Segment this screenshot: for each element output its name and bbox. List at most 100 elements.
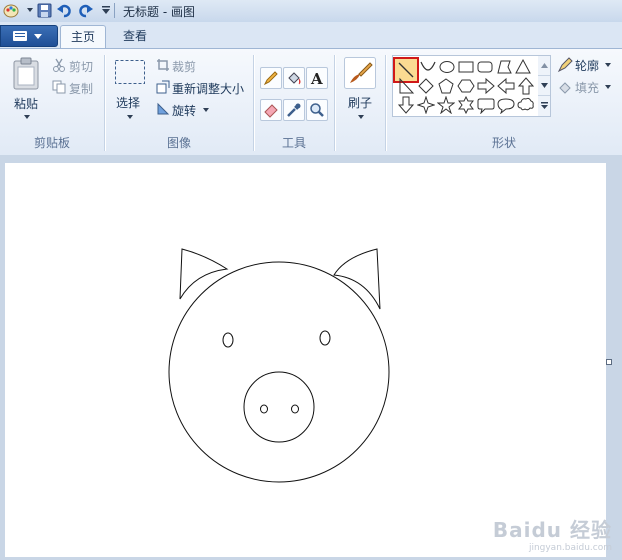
watermark: Baidu 经验 jingyan.baidu.com	[493, 514, 612, 553]
select-icon[interactable]	[114, 59, 146, 88]
shape-rounded-rectangle[interactable]	[476, 58, 494, 76]
paste-dropdown-icon[interactable]	[24, 115, 30, 119]
shape-down-arrow[interactable]	[397, 96, 415, 114]
right-triangle-icon	[399, 77, 415, 94]
eyedropper-icon	[287, 103, 301, 117]
shape-four-point-star[interactable]	[417, 96, 435, 114]
watermark-logo: Baidu 经验	[492, 518, 612, 542]
rectangle-icon	[458, 61, 474, 73]
undo-icon[interactable]	[56, 2, 72, 18]
shape-left-arrow[interactable]	[497, 77, 515, 95]
scroll-up-icon[interactable]	[538, 56, 550, 76]
tools-group-label: 工具	[281, 136, 306, 150]
paint-menu-button[interactable]	[0, 25, 58, 47]
oval-callout-icon	[497, 98, 515, 114]
brushes-dropdown-icon[interactable]	[358, 115, 364, 119]
fill-button[interactable]: 填充	[575, 79, 599, 96]
watermark-url: jingyan.baidu.com	[528, 543, 612, 553]
shape-right-triangle[interactable]	[397, 77, 415, 95]
shape-diamond[interactable]	[417, 77, 435, 95]
text-tool[interactable]: A	[306, 67, 328, 89]
workspace: Baidu 经验 jingyan.baidu.com	[0, 155, 622, 557]
shape-right-arrow[interactable]	[477, 77, 495, 95]
drawing-canvas[interactable]	[5, 163, 606, 557]
fill-tool[interactable]	[283, 67, 305, 89]
pentagon-icon	[438, 78, 454, 94]
polygon-icon	[497, 60, 512, 74]
shape-curve[interactable]	[419, 58, 437, 76]
shapes-gallery-scrollbar[interactable]	[538, 55, 551, 117]
customize-quick-access-icon[interactable]	[98, 2, 114, 18]
outline-dropdown-icon[interactable]	[605, 63, 611, 67]
title-bar: 无标题 - 画图	[0, 0, 622, 23]
eraser-tool[interactable]	[260, 99, 282, 121]
crop-button[interactable]: 裁剪	[172, 58, 196, 75]
shape-polygon[interactable]	[495, 58, 513, 76]
shape-five-point-star[interactable]	[437, 96, 455, 114]
paint-app-icon[interactable]	[3, 2, 19, 18]
chevron-down-icon	[34, 34, 42, 39]
copy-button[interactable]: 复制	[69, 80, 93, 97]
title-separator	[114, 3, 115, 18]
ribbon-tabs: 主页 查看	[0, 22, 622, 48]
shape-oval-callout[interactable]	[497, 96, 515, 114]
color-picker-tool[interactable]	[283, 99, 305, 121]
shapes-gallery	[392, 55, 540, 117]
clipboard-group-label: 剪贴板	[33, 136, 70, 150]
resize-button[interactable]: 重新调整大小	[172, 80, 244, 97]
shape-oval[interactable]	[438, 58, 456, 76]
image-group-label: 图像	[166, 136, 191, 150]
brush-icon[interactable]	[344, 57, 376, 92]
scroll-down-icon[interactable]	[538, 76, 550, 96]
paint-bucket-icon	[288, 72, 301, 85]
rotate-dropdown-icon[interactable]	[203, 108, 209, 112]
svg-text:A: A	[310, 70, 323, 86]
image-group: 选择 裁剪 重新调整大小 旋转 图像	[105, 51, 253, 153]
shape-triangle[interactable]	[514, 58, 532, 76]
select-dropdown-icon[interactable]	[127, 115, 133, 119]
select-button[interactable]: 选择	[116, 94, 140, 111]
tab-home[interactable]: 主页	[60, 25, 106, 48]
window-title: 无标题 - 画图	[123, 5, 195, 19]
cut-button[interactable]: 剪切	[69, 58, 93, 75]
pencil-tool[interactable]	[260, 67, 282, 89]
fill-dropdown-icon[interactable]	[605, 85, 611, 89]
pig-drawing	[168, 248, 390, 483]
paste-icon[interactable]	[12, 57, 42, 94]
text-icon: A	[310, 70, 323, 86]
eraser-icon	[264, 104, 278, 118]
hexagon-icon	[457, 79, 475, 93]
shape-hexagon[interactable]	[457, 77, 475, 95]
brushes-button[interactable]: 刷子	[348, 94, 372, 111]
outline-button[interactable]: 轮廓	[575, 57, 599, 74]
tools-group: A 工具	[254, 51, 334, 153]
magnifier-tool[interactable]	[306, 99, 328, 121]
redo-icon[interactable]	[78, 2, 94, 18]
shapes-group-label: 形状	[491, 136, 516, 150]
shape-rectangle[interactable]	[457, 58, 475, 76]
four-point-star-icon	[417, 96, 435, 114]
rotate-icon	[156, 102, 170, 119]
up-arrow-icon	[517, 77, 535, 95]
rounded-rectangle-icon	[477, 61, 493, 73]
copy-icon	[52, 80, 66, 97]
paste-button[interactable]: 粘贴	[14, 95, 38, 112]
cloud-callout-icon	[517, 97, 534, 111]
five-point-star-icon	[437, 96, 455, 114]
expand-gallery-icon[interactable]	[538, 96, 550, 115]
save-icon[interactable]	[36, 2, 52, 18]
shape-up-arrow[interactable]	[517, 77, 535, 95]
crop-icon	[156, 58, 170, 75]
fill-icon	[557, 79, 573, 98]
tab-view[interactable]: 查看	[113, 25, 157, 47]
triangle-icon	[515, 58, 531, 74]
shape-pentagon[interactable]	[437, 77, 455, 95]
diamond-icon	[418, 78, 434, 94]
shape-six-point-star[interactable]	[457, 96, 475, 114]
oval-icon	[439, 61, 455, 73]
rotate-button[interactable]: 旋转	[172, 102, 196, 119]
shape-rounded-callout[interactable]	[477, 96, 495, 114]
canvas-resize-handle[interactable]	[606, 359, 612, 365]
scissors-icon	[52, 58, 66, 75]
shape-cloud-callout[interactable]	[517, 96, 535, 114]
